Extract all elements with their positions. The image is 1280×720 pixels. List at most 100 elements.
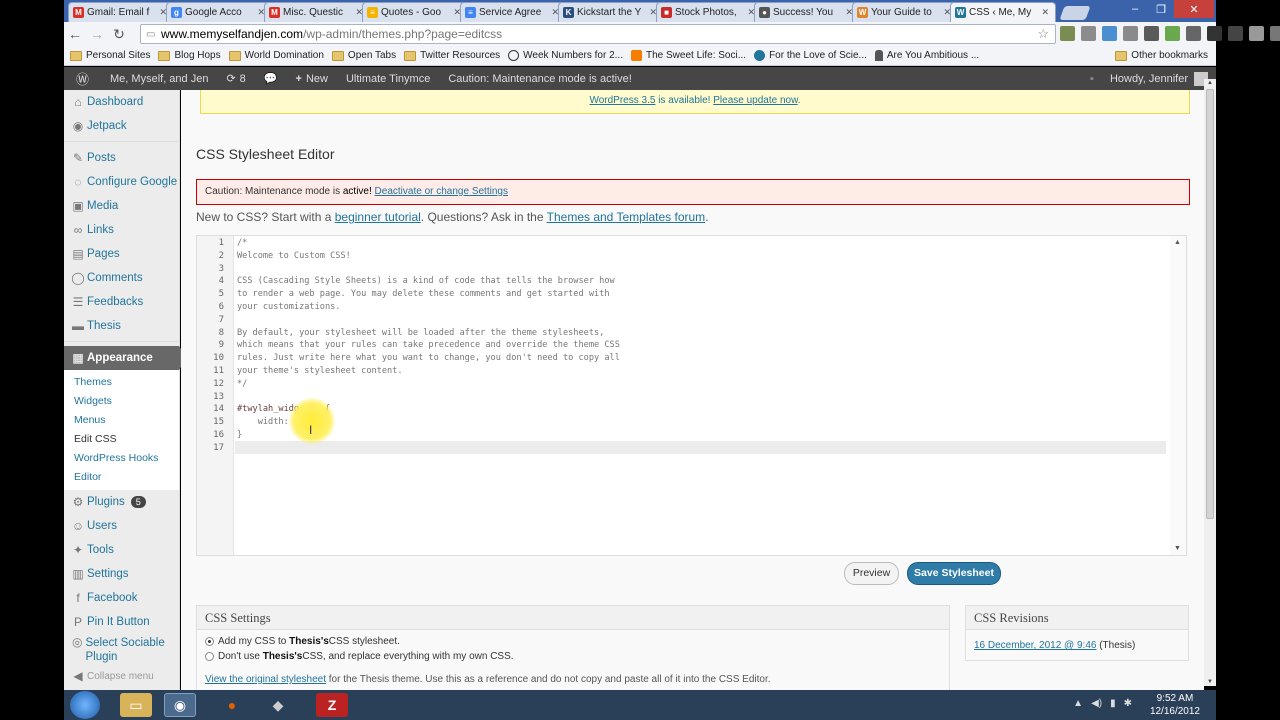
bookmark-star-icon[interactable]: ☆ [1037,26,1049,42]
extension-icon[interactable] [1207,26,1222,41]
bookmark-item[interactable]: Personal Sites [70,50,150,61]
maintenance-notice-link[interactable]: Caution: Maintenance mode is active! [439,67,640,90]
preview-button[interactable]: Preview [844,562,899,585]
revision-link[interactable]: 16 December, 2012 @ 9:46 [974,640,1096,651]
extension-icon[interactable] [1270,26,1280,41]
extension-icon[interactable] [1228,26,1243,41]
save-stylesheet-button[interactable]: Save Stylesheet [907,562,1001,585]
minimize-icon[interactable]: – [1122,0,1148,18]
sidebar-item-comments[interactable]: ◯ Comments [64,266,179,290]
scrollbar-thumb[interactable] [1206,89,1214,519]
original-stylesheet-link[interactable]: View the original stylesheet [205,674,326,685]
submenu-item[interactable]: WordPress Hooks [64,449,179,468]
sidebar-item-configure-google[interactable]: ◌ Configure Google [64,170,179,194]
beginner-tutorial-link[interactable]: beginner tutorial [335,210,421,224]
firefox-icon[interactable]: ● [216,693,248,717]
sidebar-item-plugins[interactable]: ⚙ Plugins 5 [64,490,179,514]
code-line[interactable] [237,443,1167,456]
bookmark-item[interactable]: For the Love of Scie... [754,50,867,61]
ultimate-tinymce-link[interactable]: Ultimate Tinymce [337,67,439,90]
code-line[interactable]: } [237,430,1167,443]
sidebar-item-users[interactable]: ☺ Users [64,514,179,538]
extension-icon[interactable] [1186,26,1201,41]
back-icon[interactable]: ← [64,26,86,42]
sidebar-item-thesis[interactable]: ▬ Thesis [64,314,179,338]
wp-logo-icon[interactable]: Ⓦ [64,67,101,90]
network-icon[interactable]: ▮ [1110,698,1116,709]
browser-tab[interactable]: W CSS ‹ Me, My ✕ [950,2,1056,22]
browser-tab[interactable]: ≡ Quotes - Goo ✕ [362,2,468,22]
code-line[interactable] [237,315,1167,328]
update-now-link[interactable]: Please update now [713,95,798,106]
comments-icon[interactable]: 💬 [255,67,287,90]
themes-forum-link[interactable]: Themes and Templates forum [547,210,706,224]
code-line[interactable]: #twylah_widget-2 { [237,404,1167,417]
submenu-item[interactable]: Edit CSS [64,430,179,449]
sidebar-item-settings[interactable]: ▥ Settings [64,562,179,586]
browser-tab[interactable]: W Your Guide to ✕ [852,2,958,22]
code-line[interactable]: which means that your rules can take pre… [237,340,1167,353]
sidebar-item-pages[interactable]: ▤ Pages [64,242,179,266]
code-line[interactable] [237,392,1167,405]
maximize-icon[interactable]: ❐ [1148,0,1174,18]
browser-tab[interactable]: ≡ Service Agree ✕ [460,2,566,22]
css-code-editor[interactable]: 1 2 3 4 5 6 7 8 9 10 11 12 13 14 15 16 17 /* Welcome to C… [196,235,1187,556]
sidebar-item-tools[interactable]: ✦ Tools [64,538,179,562]
scroll-down-icon[interactable]: ▼ [1174,545,1181,552]
scroll-up-icon[interactable]: ▲ [1174,239,1181,246]
bookmark-item[interactable]: Open Tabs [331,50,396,61]
bookmark-item[interactable]: Are You Ambitious ... [874,50,979,61]
page-scrollbar[interactable]: ▲ ▼ [1204,79,1216,686]
updates-link[interactable]: ⟳ 8 [217,67,254,90]
radio-button[interactable] [205,637,214,646]
extension-icon[interactable] [1249,26,1264,41]
browser-tab[interactable]: K Kickstart the Y ✕ [558,2,664,22]
bookmark-item[interactable]: World Domination [228,50,324,61]
extension-icon[interactable] [1165,26,1180,41]
code-line[interactable]: By default, your stylesheet will be load… [237,328,1167,341]
sidebar-item-links[interactable]: ∞ Links [64,218,179,242]
radio-add-css[interactable]: Add my CSS to Thesis's CSS stylesheet. [205,636,949,647]
browser-tab[interactable]: g Google Acco ✕ [166,2,272,22]
browser-tab[interactable]: ■ Stock Photos, ✕ [656,2,762,22]
explorer-icon[interactable]: ▭ [120,693,152,717]
browser-tab[interactable]: ● Success! You ✕ [754,2,860,22]
extension-icon[interactable] [1144,26,1159,41]
sidebar-item-feedbacks[interactable]: ☰ Feedbacks [64,290,179,314]
sidebar-item-select-sociable-plugin[interactable]: ◎ Select Sociable Plugin [64,634,179,664]
bookmark-item[interactable]: Blog Hops [158,50,221,61]
filezilla-icon[interactable]: Z [316,693,348,717]
chrome-icon[interactable]: ◉ [164,693,196,717]
extension-icon[interactable] [1060,26,1075,41]
submenu-item[interactable]: Widgets [64,392,179,411]
sidebar-item-media[interactable]: ▣ Media [64,194,179,218]
browser-tab[interactable]: M Gmail: Email f ✕ [68,2,174,22]
sidebar-item-posts[interactable]: ✎ Posts [64,146,179,170]
scroll-up-icon[interactable]: ▲ [1207,80,1213,86]
sidebar-item-pin-it-button[interactable]: P Pin It Button [64,610,179,634]
radio-button[interactable] [205,652,214,661]
extension-icon[interactable] [1123,26,1138,41]
code-line[interactable]: /* [237,238,1167,251]
code-line[interactable]: your theme's stylesheet content. [237,366,1167,379]
submenu-item[interactable]: Themes [64,373,179,392]
bookmark-item[interactable]: Week Numbers for 2... [508,50,623,61]
search-icon[interactable]: ▪ [1090,73,1094,85]
code-line[interactable] [237,264,1167,277]
extension-icon[interactable] [1102,26,1117,41]
taskbar-clock[interactable]: 9:52 AM 12/16/2012 [1150,692,1200,718]
editor-scrollbar[interactable]: ▲ ▼ [1170,236,1186,555]
code-line[interactable]: CSS (Cascading Style Sheets) is a kind o… [237,276,1167,289]
scroll-down-icon[interactable]: ▼ [1207,679,1213,685]
start-button[interactable] [70,691,100,719]
tray-app-icon[interactable]: ✱ [1124,698,1132,709]
account-menu[interactable]: ▪ Howdy, Jennifer [1090,67,1208,90]
tray-up-icon[interactable]: ▲ [1073,698,1083,709]
submenu-item[interactable]: Menus [64,411,179,430]
volume-icon[interactable]: ◀) [1091,698,1102,709]
sidebar-item-dashboard[interactable]: ⌂ Dashboard [64,90,179,114]
code-area[interactable]: /* Welcome to Custom CSS! CSS (Cascading S… [237,236,1167,456]
collapse-menu[interactable]: ◀ Collapse menu [64,664,179,688]
sidebar-item-jetpack[interactable]: ◉ Jetpack [64,114,179,138]
deactivate-settings-link[interactable]: Deactivate or change Settings [375,186,508,197]
